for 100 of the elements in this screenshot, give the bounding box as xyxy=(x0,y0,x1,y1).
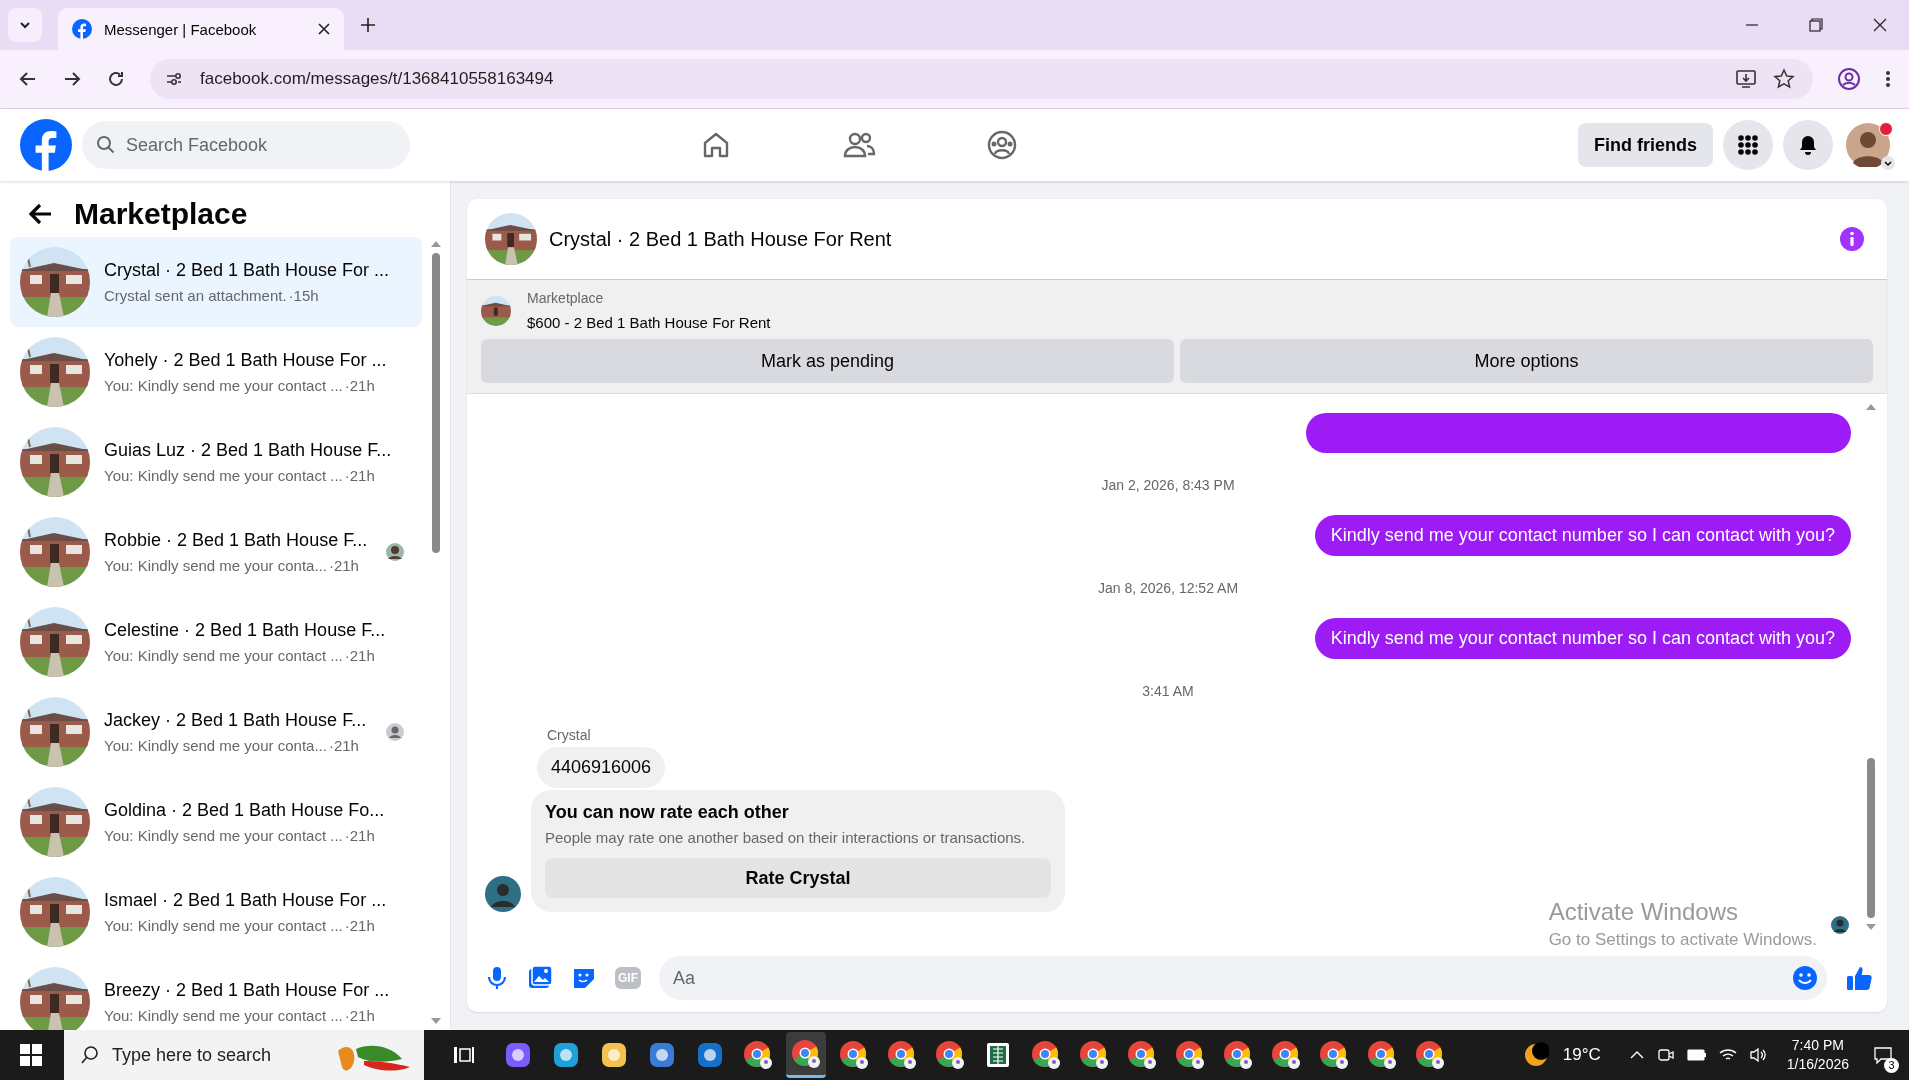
conversation-item[interactable]: Guias Luz · 2 Bed 1 Bath House F... You: Kindly send me your contact ...·21h xyxy=(10,417,422,507)
like-icon[interactable] xyxy=(1845,964,1873,992)
browser-icon xyxy=(1175,1040,1205,1070)
mark-pending-button[interactable]: Mark as pending xyxy=(481,339,1174,383)
search-field[interactable]: Search Facebook xyxy=(82,121,410,169)
browser-tab[interactable]: Messenger | Facebook xyxy=(58,8,344,50)
browser-icon xyxy=(1031,1040,1061,1070)
scroll-down-icon[interactable] xyxy=(1865,922,1877,932)
seen-avatar xyxy=(386,543,404,561)
scroll-thumb[interactable] xyxy=(432,253,440,553)
message-time: ·21h xyxy=(328,557,359,574)
scroll-up-icon[interactable] xyxy=(430,239,442,249)
message-time: ·21h xyxy=(344,827,375,844)
conversation-item[interactable]: Ismael · 2 Bed 1 Bath House For ... You: Kindly send me your contact ...·21h xyxy=(10,867,422,957)
seen-avatar xyxy=(386,723,404,741)
chevron-down-icon[interactable] xyxy=(1881,156,1895,170)
sender-name: Crystal xyxy=(547,727,592,743)
close-icon[interactable] xyxy=(1873,18,1887,32)
more-options-button[interactable]: More options xyxy=(1180,339,1873,383)
facebook-logo[interactable] xyxy=(20,119,72,171)
url-text: facebook.com/messages/t/1368410558163494 xyxy=(200,69,554,89)
browser-icon xyxy=(1319,1040,1349,1070)
task-view-icon[interactable] xyxy=(452,1044,474,1066)
bell-icon xyxy=(1797,134,1819,156)
listing-title[interactable]: $600 - 2 Bed 1 Bath House For Rent xyxy=(527,314,771,331)
menu-icon[interactable] xyxy=(1885,69,1891,89)
browser-icon xyxy=(1223,1040,1253,1070)
message-time: ·21h xyxy=(344,647,375,664)
emoji-icon[interactable] xyxy=(1792,965,1818,991)
volume-icon[interactable] xyxy=(1748,1047,1767,1063)
meet-icon[interactable] xyxy=(1656,1046,1675,1064)
windows-start-icon[interactable] xyxy=(20,1044,42,1066)
app-icon xyxy=(599,1040,629,1070)
info-icon[interactable] xyxy=(1839,226,1865,252)
message-preview: You: Kindly send me your contact ... xyxy=(104,917,343,934)
app-icon xyxy=(503,1040,533,1070)
install-app-icon[interactable] xyxy=(1735,68,1757,90)
conversation-name: Celestine · 2 Bed 1 Bath House F... xyxy=(104,620,387,641)
message-preview: You: Kindly send me your contact ... xyxy=(104,647,343,664)
conversation-item[interactable]: Crystal · 2 Bed 1 Bath House For ... Crystal sent an attachment.·15h xyxy=(10,237,422,327)
scroll-down-icon[interactable] xyxy=(430,1016,442,1026)
rating-description: People may rate one another based on their interactions or transactions. xyxy=(545,829,1027,846)
search-icon xyxy=(80,1045,100,1065)
contact-avatar xyxy=(485,876,521,912)
outgoing-message: Kindly send me your contact number so I can contact with you? xyxy=(1314,515,1851,556)
browser-icon xyxy=(935,1040,965,1070)
sidebar-title: Marketplace xyxy=(74,197,248,231)
conversation-item[interactable]: Robbie · 2 Bed 1 Bath House F... You: Kindly send me your conta...·21h xyxy=(10,507,422,597)
scrollbar[interactable] xyxy=(430,239,442,1026)
microphone-icon[interactable] xyxy=(485,965,509,991)
clock-time: 7:40 PM xyxy=(1791,1036,1844,1055)
app-icon xyxy=(647,1040,677,1070)
message-field[interactable]: Aa xyxy=(659,956,1827,1000)
profile-icon[interactable] xyxy=(1837,67,1861,91)
image-icon[interactable] xyxy=(527,965,553,991)
menu-button[interactable] xyxy=(1723,120,1773,170)
conversation-item[interactable]: Jackey · 2 Bed 1 Bath House F... You: Kindly send me your conta...·21h xyxy=(10,687,422,777)
chat-title: Crystal · 2 Bed 1 Bath House For Rent xyxy=(549,227,892,251)
conversation-item[interactable]: Yohely · 2 Bed 1 Bath House For ... You: Kindly send me your contact ...·21h xyxy=(10,327,422,417)
browser-icon xyxy=(743,1040,773,1070)
close-icon[interactable] xyxy=(318,23,330,35)
find-friends-button[interactable]: Find friends xyxy=(1578,123,1713,167)
notifications-button[interactable]: 3 xyxy=(1863,1035,1903,1075)
message-time: ·21h xyxy=(344,467,375,484)
weather-icon xyxy=(1522,1042,1549,1068)
notifications-button[interactable] xyxy=(1783,120,1833,170)
back-arrow-icon[interactable] xyxy=(28,201,54,227)
conversation-name: Ismael · 2 Bed 1 Bath House For ... xyxy=(104,890,388,911)
activation-text: Go to Settings to activate Windows. xyxy=(1548,930,1817,950)
conversation-item[interactable]: Celestine · 2 Bed 1 Bath House F... You: Kindly send me your contact ...·21h xyxy=(10,597,422,687)
address-bar[interactable]: facebook.com/messages/t/1368410558163494 xyxy=(150,59,1813,99)
activation-title: Activate Windows xyxy=(1548,898,1740,926)
conversation-name: Breezy · 2 Bed 1 Bath House For ... xyxy=(104,980,391,1001)
message-preview: You: Kindly send me your contact ... xyxy=(104,827,343,844)
new-tab-icon[interactable] xyxy=(360,17,376,33)
scrollbar[interactable] xyxy=(1865,402,1877,932)
restore-icon[interactable] xyxy=(1809,18,1823,32)
message-time: ·21h xyxy=(344,917,375,934)
rate-button[interactable]: Rate Crystal xyxy=(545,858,1051,898)
conversation-name: Robbie · 2 Bed 1 Bath House F... xyxy=(104,530,369,551)
message-preview: You: Kindly send me your conta... xyxy=(104,557,327,574)
scroll-up-icon[interactable] xyxy=(1865,402,1877,412)
rating-title: You can now rate each other xyxy=(545,802,790,823)
browser-icon xyxy=(1415,1040,1445,1070)
scroll-thumb[interactable] xyxy=(1867,758,1875,918)
conversation-name: Crystal · 2 Bed 1 Bath House For ... xyxy=(104,260,391,281)
battery-icon xyxy=(1686,1048,1707,1062)
taskbar-search-field[interactable]: Type here to search xyxy=(64,1030,424,1080)
tab-search-button[interactable] xyxy=(8,8,42,42)
outgoing-message: Kindly send me your contact number so I can contact with you? xyxy=(1314,618,1851,659)
notification-count: 3 xyxy=(1884,1058,1899,1073)
clock-date: 1/16/2026 xyxy=(1786,1055,1849,1074)
reload-icon[interactable] xyxy=(106,69,126,89)
star-icon[interactable] xyxy=(1773,68,1795,90)
groups-icon[interactable] xyxy=(986,129,1018,161)
conversation-name: Goldina · 2 Bed 1 Bath House Fo... xyxy=(104,800,386,821)
taskbar-app[interactable] xyxy=(786,1032,826,1078)
message-preview: You: Kindly send me your contact ... xyxy=(104,1007,343,1024)
conversation-item[interactable]: Goldina · 2 Bed 1 Bath House Fo... You: Kindly send me your contact ...·21h xyxy=(10,777,422,867)
search-icon xyxy=(96,135,116,155)
